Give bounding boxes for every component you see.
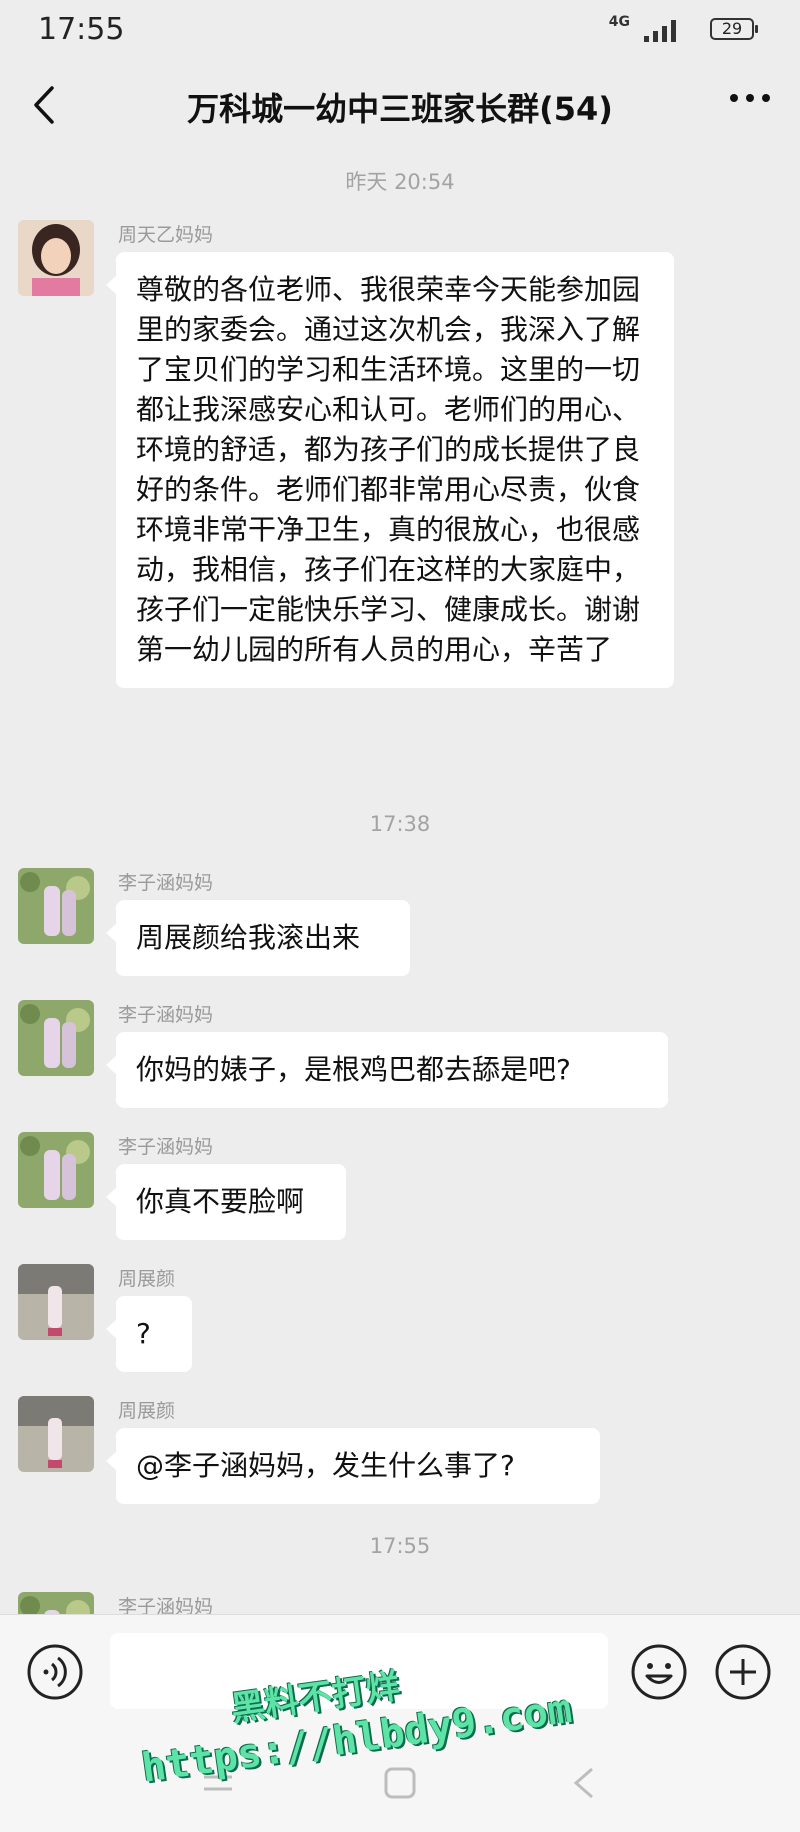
network-label: 4G	[608, 14, 630, 30]
message-bubble[interactable]: 你妈的婊子，是根鸡巴都去舔是吧?	[106, 1032, 668, 1108]
back-nav-icon[interactable]	[566, 1765, 602, 1801]
avatar[interactable]	[18, 868, 94, 944]
timestamp: 17:55	[369, 1534, 431, 1558]
voice-icon[interactable]	[26, 1643, 84, 1701]
emoji-icon[interactable]	[630, 1643, 688, 1701]
avatar[interactable]	[18, 1132, 94, 1208]
sender-name: 李子涵妈妈	[118, 1004, 214, 1026]
timestamp: 昨天 20:54	[345, 170, 455, 194]
chat-header: 万科城一幼中三班家长群(54)	[0, 64, 800, 148]
avatar[interactable]	[18, 1396, 94, 1472]
sender-name: 周天乙妈妈	[118, 224, 214, 246]
sender-name: 李子涵妈妈	[118, 872, 214, 894]
avatar[interactable]	[18, 1592, 94, 1614]
sender-name: 李子涵妈妈	[118, 1596, 214, 1614]
timestamp: 17:38	[369, 812, 431, 836]
message-bubble[interactable]: @李子涵妈妈，发生什么事了?	[106, 1428, 600, 1504]
message-bubble[interactable]: 周展颜给我滚出来	[106, 900, 410, 976]
battery-level: 29	[721, 19, 743, 38]
status-bar: 17:55 4G 29	[0, 0, 800, 64]
message-bubble[interactable]: 尊敬的各位老师、我很荣幸今天能参加园里的家委会。通过这次机会，我深入了解了宝贝们…	[106, 252, 674, 688]
signal-icon	[644, 20, 676, 42]
avatar[interactable]	[18, 1000, 94, 1076]
status-time: 17:55	[38, 12, 125, 47]
message-list[interactable]: 昨天 20:54 周天乙妈妈 尊敬的各位老师、我很荣幸今天能参加园里的家委会。通…	[0, 148, 800, 1614]
avatar[interactable]	[18, 220, 94, 296]
plus-icon[interactable]	[714, 1643, 772, 1701]
message-bubble[interactable]: ?	[106, 1296, 192, 1372]
sender-name: 周展颜	[118, 1268, 176, 1290]
more-icon[interactable]	[728, 92, 772, 104]
home-nav-icon[interactable]	[382, 1765, 418, 1801]
chat-title: 万科城一幼中三班家长群(54)	[187, 90, 613, 128]
sender-name: 周展颜	[118, 1400, 176, 1422]
battery-icon: 29	[710, 18, 758, 40]
sender-name: 李子涵妈妈	[118, 1136, 214, 1158]
message-bubble[interactable]: 你真不要脸啊	[106, 1164, 346, 1240]
avatar[interactable]	[18, 1264, 94, 1340]
